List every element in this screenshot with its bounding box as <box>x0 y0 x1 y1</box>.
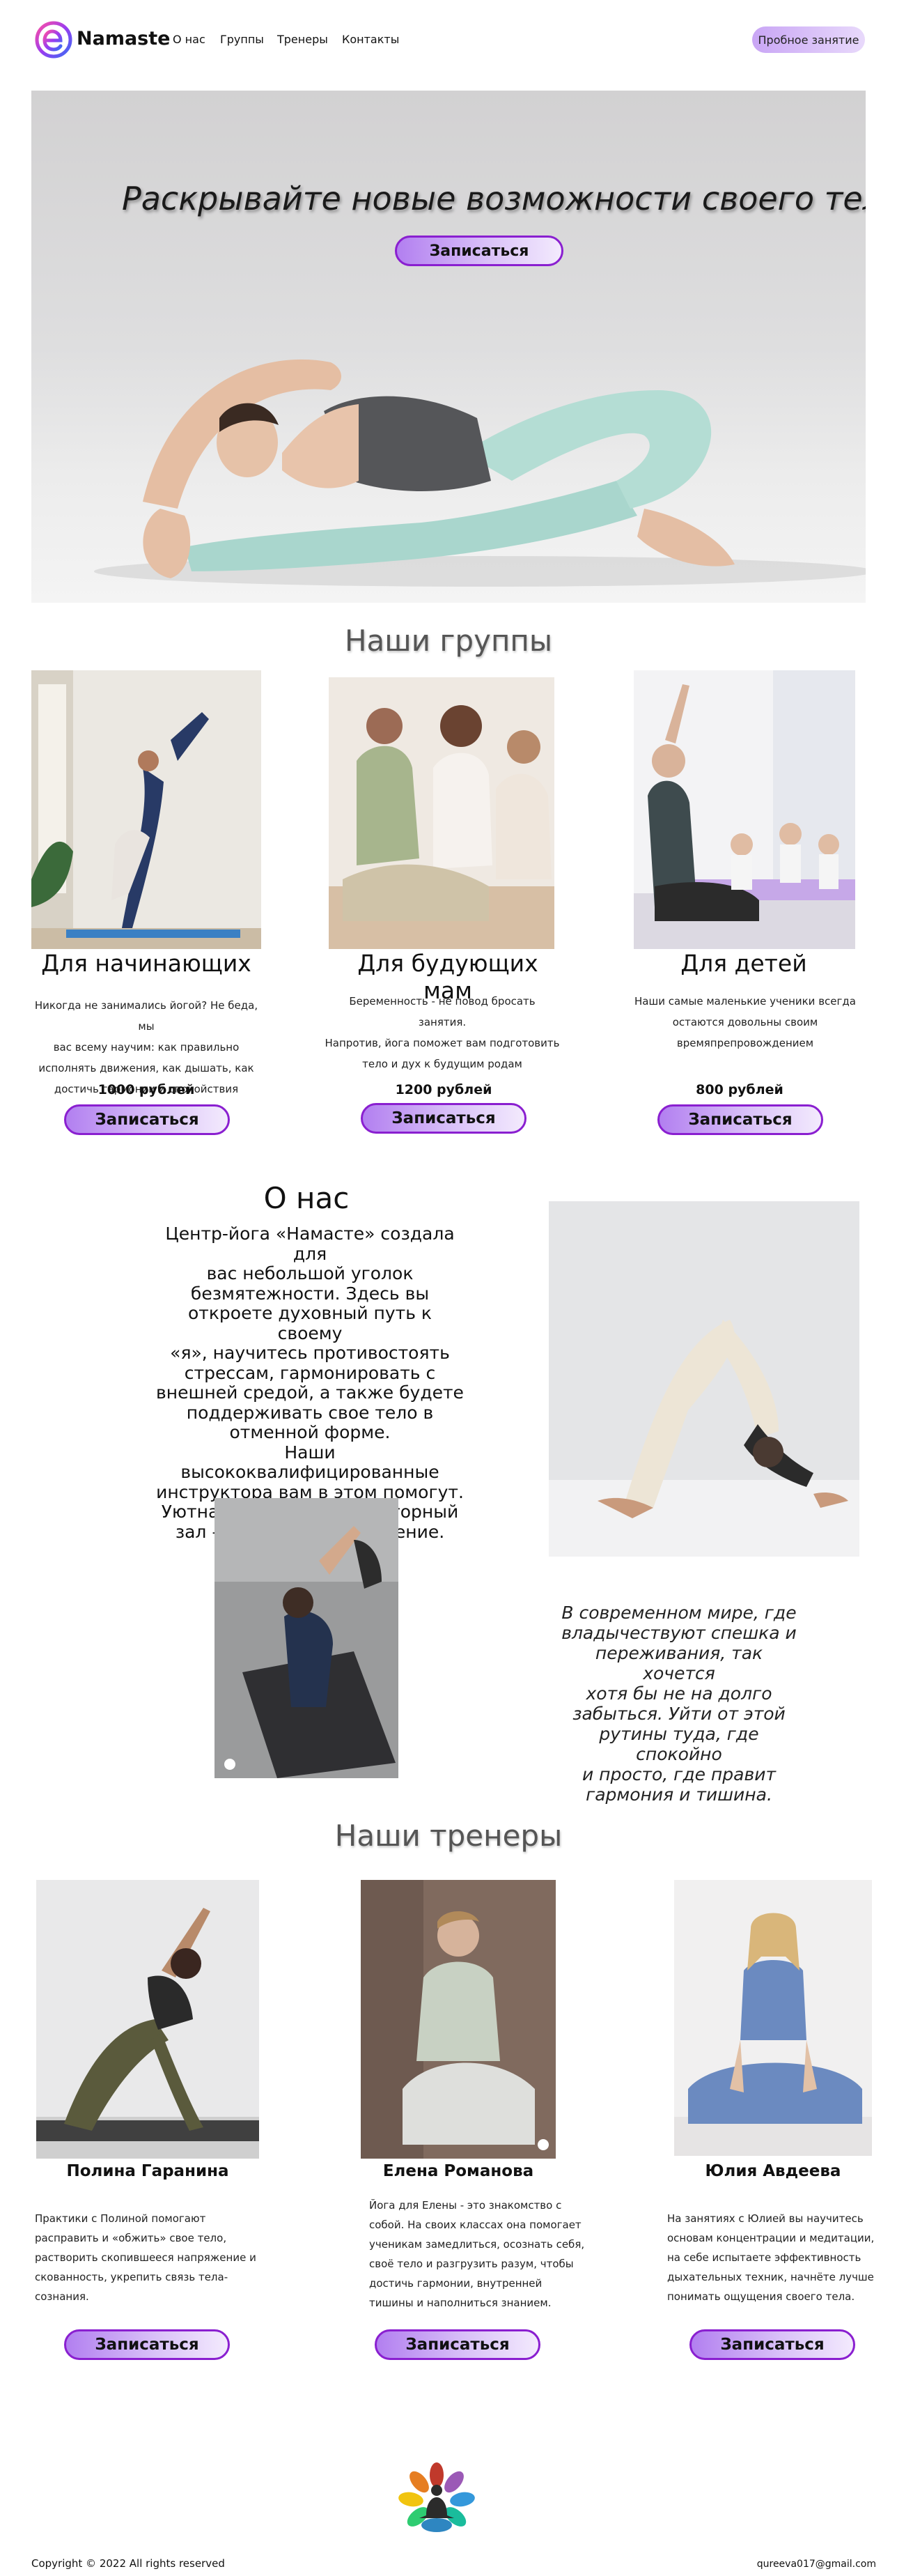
trainer-yulia-photo <box>674 1880 872 2156</box>
group-beginners-title: Для начинающих <box>41 950 251 977</box>
groups-section-title: Наши группы <box>344 624 553 658</box>
trainers-section-title: Наши тренеры <box>334 1819 563 1853</box>
site-header: Namaste О нас Группы Тренеры Контакты Пр… <box>0 0 897 78</box>
hero-banner: Раскрывайте новые возможности своего тел… <box>31 91 866 603</box>
lotus-meditation-logo-icon <box>398 2462 475 2532</box>
trainer-elena-description: Йога для Елены - это знакомство с собой. … <box>369 2199 585 2309</box>
group-mothers-photo <box>329 677 554 949</box>
trainer-polina-photo <box>36 1880 259 2159</box>
trainer-polina-description: Практики с Полиной помогают расправить и … <box>35 2212 256 2303</box>
group-beginners-price: 1000 рублей <box>98 1082 195 1097</box>
trainer-polina-signup-button[interactable]: Записаться <box>64 2329 230 2360</box>
group-mothers-description: Беременность - не повод бросать занятия.… <box>325 995 560 1070</box>
trial-lesson-button[interactable]: Пробное занятие <box>752 26 865 53</box>
trainer-yulia-name: Юлия Авдеева <box>705 2162 841 2180</box>
trainer-elena-signup-button[interactable]: Записаться <box>375 2329 540 2360</box>
brand-logo-icon[interactable] <box>35 21 72 59</box>
group-kids-signup-button[interactable]: Записаться <box>657 1104 823 1135</box>
footer-copyright: Copyright © 2022 All rights reserved <box>31 2557 225 2570</box>
about-section-title: О нас <box>263 1181 350 1215</box>
hero-yoga-photo <box>94 359 866 587</box>
group-mothers-price: 1200 рублей <box>395 1082 492 1097</box>
group-kids-photo <box>634 670 855 949</box>
footer-email-link[interactable]: qureeva017@gmail.com <box>757 2559 876 2570</box>
nav-about[interactable]: О нас <box>173 33 205 46</box>
group-mothers-signup-button[interactable]: Записаться <box>361 1103 526 1134</box>
group-beginners-signup-button[interactable]: Записаться <box>64 1104 230 1135</box>
trainer-polina-name: Полина Гаранина <box>66 2162 229 2180</box>
nav-contacts[interactable]: Контакты <box>342 33 399 46</box>
about-quote: В современном мире, где владычествуют спе… <box>561 1603 797 1805</box>
about-class-photo <box>214 1498 398 1778</box>
group-beginners-photo <box>31 670 261 949</box>
about-description: Центр-йога «Намасте» создала для вас небо… <box>156 1224 464 1542</box>
hero-title: Раскрывайте новые возможности своего тел… <box>122 180 866 217</box>
nav-trainers[interactable]: Тренеры <box>277 33 328 46</box>
group-kids-description: Наши самые маленькие ученики всегда остаю… <box>634 995 856 1049</box>
about-backbend-photo <box>549 1201 859 1557</box>
trainer-elena-photo <box>361 1880 556 2159</box>
group-kids-price: 800 рублей <box>696 1082 783 1097</box>
trainer-elena-name: Елена Романова <box>382 2162 534 2180</box>
hero-signup-button[interactable]: Записаться <box>395 236 563 266</box>
brand-name[interactable]: Namaste <box>77 28 170 49</box>
trainer-yulia-signup-button[interactable]: Записаться <box>689 2329 855 2360</box>
nav-groups[interactable]: Группы <box>220 33 264 46</box>
trainer-yulia-description: На занятиях с Юлией вы научитесь основам … <box>667 2212 875 2303</box>
group-kids-title: Для детей <box>680 950 807 977</box>
